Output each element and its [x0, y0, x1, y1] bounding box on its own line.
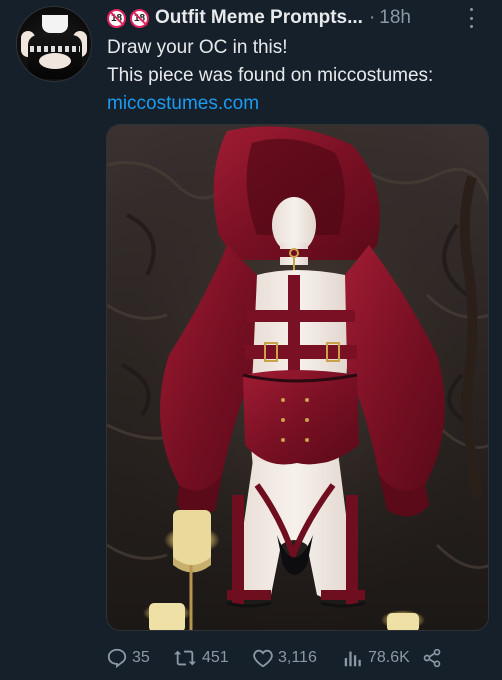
more-options-icon[interactable] — [466, 8, 476, 28]
retweet-button[interactable]: 451 — [172, 647, 252, 669]
avatar-neck — [42, 15, 68, 33]
tweet-media-image[interactable] — [106, 124, 489, 631]
share-icon — [423, 648, 441, 668]
author-name[interactable]: Outfit Meme Prompts... — [155, 7, 363, 29]
tweet-actions: 35 451 3,116 78.6K — [106, 645, 446, 671]
views-icon — [344, 651, 361, 667]
age-restricted-badge: 18 — [130, 8, 149, 28]
views-count: 78.6K — [368, 649, 410, 666]
tweet-body: Draw your OC in this! This piece was fou… — [107, 34, 492, 118]
retweet-count: 451 — [202, 649, 229, 666]
reply-icon — [107, 648, 127, 669]
tweet-header: 18 18 Outfit Meme Prompts... · 18h — [107, 5, 492, 31]
heart-icon — [253, 649, 273, 668]
like-button[interactable]: 3,116 — [252, 647, 342, 669]
avatar-lace — [30, 46, 80, 52]
tweet-timestamp[interactable]: 18h — [379, 7, 411, 29]
reply-count: 35 — [132, 649, 150, 666]
views-button[interactable]: 78.6K — [342, 647, 422, 669]
age-restricted-badge: 18 — [107, 8, 126, 28]
separator-dot: · — [368, 7, 376, 28]
tweet-text-line: Draw your OC in this! — [107, 37, 288, 58]
tweet-text-line: This piece was found on miccostumes: — [107, 65, 434, 86]
author-avatar[interactable] — [16, 6, 92, 82]
like-count: 3,116 — [278, 649, 317, 666]
tweet-link[interactable]: miccostumes.com — [107, 90, 492, 118]
avatar-skin — [39, 53, 71, 69]
retweet-icon — [174, 650, 196, 666]
reply-button[interactable]: 35 — [106, 647, 172, 669]
share-button[interactable] — [422, 648, 446, 668]
costume-photo — [107, 125, 488, 630]
